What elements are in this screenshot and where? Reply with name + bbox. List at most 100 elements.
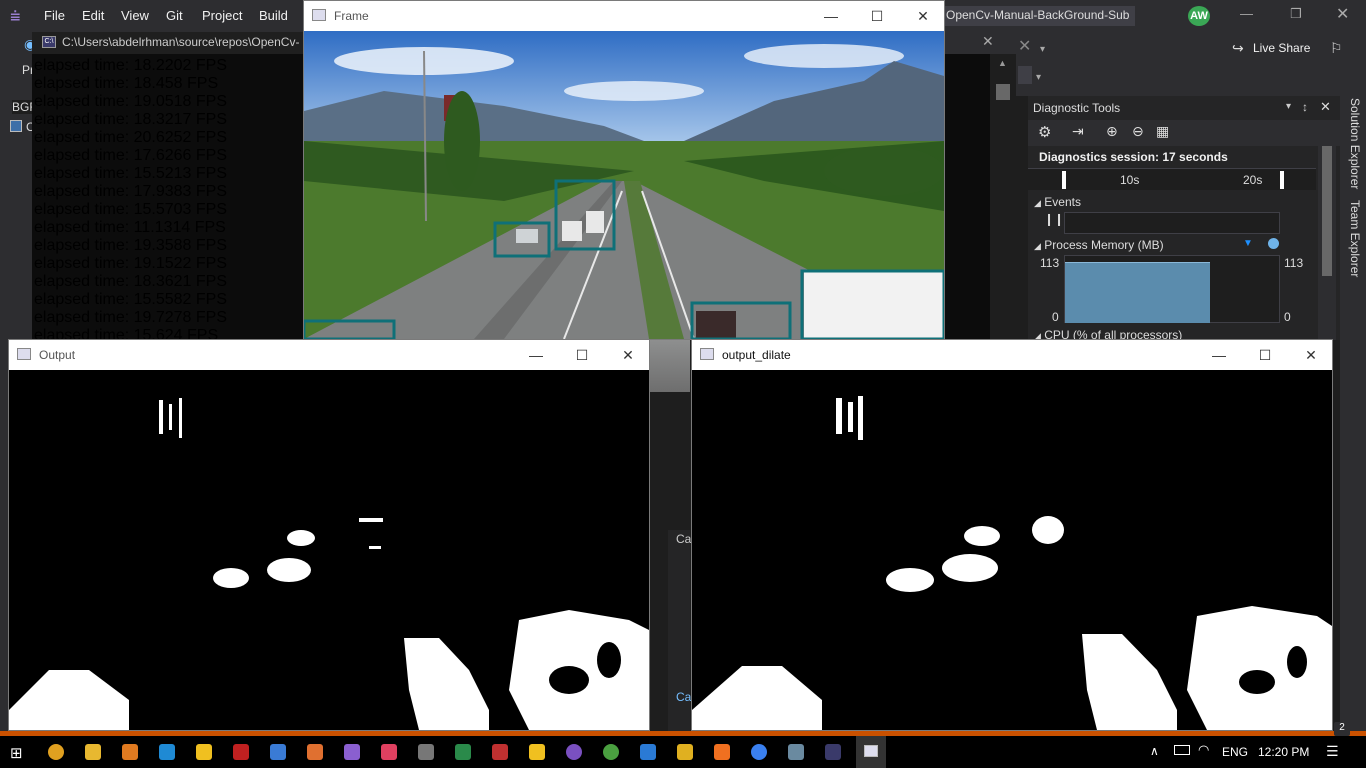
- diag-session: Diagnostics session: 17 seconds: [1039, 150, 1228, 164]
- notification-badge[interactable]: 2: [1334, 722, 1350, 736]
- close-icon[interactable]: ✕: [900, 1, 946, 31]
- minimize-icon[interactable]: —: [1196, 340, 1242, 370]
- pause-icon[interactable]: ❙❙: [1044, 212, 1064, 226]
- live-share-icon[interactable]: ↪: [1232, 40, 1244, 57]
- console-line: elapsed time: 20.6252 FPS: [34, 129, 228, 146]
- diag-toolbar: ⚙ ⇥ ⊕ ⊖ ▦: [1028, 120, 1340, 146]
- media-player-icon[interactable]: [196, 744, 212, 760]
- app-yellow-icon[interactable]: [677, 744, 693, 760]
- editor-background: Ca Ca: [650, 390, 691, 736]
- console-scrollbar[interactable]: ▲: [990, 54, 1016, 340]
- toolbar-close-icon[interactable]: ✕: [1018, 36, 1031, 56]
- clock[interactable]: 12:20 PM: [1258, 745, 1309, 759]
- menu-build[interactable]: Build: [259, 8, 288, 23]
- menu-project[interactable]: Project: [202, 8, 242, 23]
- avatar[interactable]: AW: [1188, 6, 1210, 26]
- console-line: elapsed time: 17.9383 FPS: [34, 183, 228, 200]
- app-gray-icon[interactable]: [418, 744, 434, 760]
- close-icon[interactable]: ✕: [1288, 340, 1334, 370]
- chart-icon[interactable]: ▦: [1156, 123, 1169, 140]
- live-share-button[interactable]: Live Share: [1253, 41, 1310, 55]
- scroll-up-icon[interactable]: ▲: [998, 58, 1007, 68]
- sublime-icon[interactable]: [122, 744, 138, 760]
- app-red-icon[interactable]: [233, 744, 249, 760]
- close-icon[interactable]: ✕: [1336, 4, 1349, 24]
- vscode-icon[interactable]: [159, 744, 175, 760]
- menu-file[interactable]: File: [44, 8, 65, 23]
- zoom-out-icon[interactable]: ⊖: [1132, 123, 1144, 140]
- battery-icon[interactable]: [1174, 745, 1190, 755]
- app-purple-icon[interactable]: [566, 744, 582, 760]
- minimize-icon[interactable]: —: [1240, 6, 1253, 21]
- frame-video: [304, 31, 944, 339]
- show-hidden-icon[interactable]: ∧: [1150, 744, 1159, 758]
- gear-icon[interactable]: ⚙: [1038, 123, 1051, 141]
- console-icon: C:\: [42, 36, 56, 48]
- zoom-in-icon[interactable]: ⊕: [1106, 123, 1118, 140]
- console-taskbar-icon[interactable]: [825, 744, 841, 760]
- notes-icon[interactable]: [529, 744, 545, 760]
- app-2017-icon[interactable]: [492, 744, 508, 760]
- events-header[interactable]: ◢ Events: [1034, 195, 1081, 209]
- menu-view[interactable]: View: [121, 8, 149, 23]
- windows-start-icon[interactable]: ⊞: [10, 744, 23, 762]
- pin-icon[interactable]: ↕: [1302, 100, 1308, 114]
- tab-close-icon[interactable]: ✕: [982, 33, 994, 50]
- excel-icon[interactable]: [455, 744, 471, 760]
- scrollbar-thumb[interactable]: [1322, 146, 1332, 276]
- frame-title: Frame: [334, 9, 369, 23]
- diag-scrollbar[interactable]: [1318, 126, 1336, 340]
- app-orange-icon[interactable]: [714, 744, 730, 760]
- minimize-icon[interactable]: —: [808, 1, 854, 31]
- feedback-icon[interactable]: ⚐: [1330, 40, 1343, 57]
- file-explorer-icon[interactable]: [85, 744, 101, 760]
- maximize-icon[interactable]: ☐: [854, 1, 900, 31]
- diag-timeline[interactable]: 10s 20s: [1028, 168, 1316, 190]
- restore-icon[interactable]: ❒: [1290, 6, 1302, 22]
- visual-studio-icon[interactable]: [344, 744, 360, 760]
- timeline-start-handle[interactable]: [1062, 171, 1066, 189]
- scrollbar-thumb[interactable]: [996, 84, 1010, 100]
- dilate-window: output_dilate — ☐ ✕: [691, 339, 1333, 731]
- timeline-end-handle[interactable]: [1280, 171, 1284, 189]
- utorrent-icon[interactable]: [603, 744, 619, 760]
- dropdown-icon[interactable]: ▾: [1040, 44, 1045, 55]
- console-titlebar[interactable]: C:\ C:\Users\abdelrhman\source\repos\Ope…: [32, 32, 304, 54]
- chevron-down-icon[interactable]: ▾: [1036, 72, 1041, 83]
- console-line: elapsed time: 19.0518 FPS: [34, 93, 228, 110]
- frame-window: Frame — ☐ ✕: [303, 0, 945, 340]
- menu-git[interactable]: Git: [166, 8, 183, 23]
- solution-explorer-tab[interactable]: Solution Explorer: [1344, 98, 1362, 194]
- close-icon[interactable]: ✕: [605, 340, 651, 370]
- minimize-icon[interactable]: —: [513, 340, 559, 370]
- maximize-icon[interactable]: ☐: [1242, 340, 1288, 370]
- console-line: elapsed time: 11.1314 FPS: [34, 219, 226, 236]
- memory-header[interactable]: ◢ Process Memory (MB): [1034, 238, 1164, 252]
- dilate-titlebar[interactable]: output_dilate — ☐ ✕: [692, 340, 1332, 370]
- gc-marker-icon: ▼: [1243, 238, 1253, 249]
- matlab-icon[interactable]: [307, 744, 323, 760]
- chrome-icon[interactable]: [48, 744, 64, 760]
- mem-max-right: 113: [1284, 256, 1304, 270]
- notification-icon[interactable]: ☰: [1326, 743, 1339, 760]
- team-explorer-tab[interactable]: Team Explorer: [1344, 200, 1362, 280]
- console-line: elapsed time: 19.7278 FPS: [34, 309, 228, 326]
- export-icon[interactable]: ⇥: [1072, 123, 1084, 140]
- app-window-icon[interactable]: [788, 744, 804, 760]
- app-tool-icon[interactable]: [270, 744, 286, 760]
- todo-icon[interactable]: [640, 744, 656, 760]
- memory-chart: [1064, 255, 1280, 323]
- frame-titlebar[interactable]: Frame — ☐ ✕: [304, 1, 944, 31]
- solution-item-icon[interactable]: [10, 120, 22, 132]
- maximize-icon[interactable]: ☐: [559, 340, 605, 370]
- close-icon[interactable]: ✕: [1320, 99, 1331, 115]
- active-app-icon[interactable]: [856, 736, 886, 768]
- app-pink-icon[interactable]: [381, 744, 397, 760]
- messenger-icon[interactable]: [751, 744, 767, 760]
- output-titlebar[interactable]: Output — ☐ ✕: [9, 340, 649, 370]
- wifi-icon[interactable]: ◠: [1198, 742, 1209, 758]
- dropdown-icon[interactable]: ▾: [1286, 101, 1291, 112]
- menu-edit[interactable]: Edit: [82, 8, 104, 23]
- language-indicator[interactable]: ENG: [1222, 745, 1248, 759]
- dropdown2-icon[interactable]: [1018, 66, 1032, 84]
